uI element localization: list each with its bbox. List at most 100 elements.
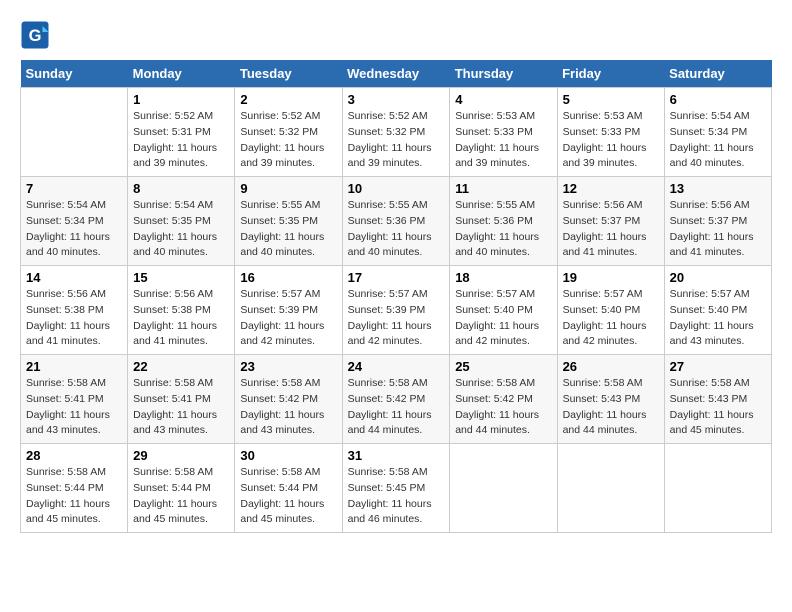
day-info: Sunrise: 5:56 AMSunset: 5:37 PMDaylight:… <box>670 198 766 261</box>
day-number: 25 <box>455 359 551 374</box>
day-number: 15 <box>133 270 229 285</box>
calendar-week-row: 14 Sunrise: 5:56 AMSunset: 5:38 PMDayligh… <box>21 266 772 355</box>
calendar-cell: 28 Sunrise: 5:58 AMSunset: 5:44 PMDayligh… <box>21 444 128 533</box>
day-info: Sunrise: 5:55 AMSunset: 5:36 PMDaylight:… <box>455 198 551 261</box>
day-header-monday: Monday <box>128 60 235 88</box>
calendar-cell: 2 Sunrise: 5:52 AMSunset: 5:32 PMDaylight… <box>235 88 342 177</box>
calendar-cell: 10 Sunrise: 5:55 AMSunset: 5:36 PMDayligh… <box>342 177 450 266</box>
logo: G <box>20 20 54 50</box>
day-number: 19 <box>563 270 659 285</box>
day-info: Sunrise: 5:54 AMSunset: 5:34 PMDaylight:… <box>26 198 122 261</box>
day-number: 4 <box>455 92 551 107</box>
calendar-cell: 21 Sunrise: 5:58 AMSunset: 5:41 PMDayligh… <box>21 355 128 444</box>
day-number: 8 <box>133 181 229 196</box>
calendar-cell: 6Sunrise: 5:54 AMSunset: 5:34 PMDaylight… <box>664 88 771 177</box>
day-header-friday: Friday <box>557 60 664 88</box>
day-info: Sunrise: 5:55 AMSunset: 5:36 PMDaylight:… <box>348 198 445 261</box>
day-info: Sunrise: 5:58 AMSunset: 5:42 PMDaylight:… <box>348 376 445 439</box>
day-number: 16 <box>240 270 336 285</box>
day-header-thursday: Thursday <box>450 60 557 88</box>
svg-text:G: G <box>29 27 42 45</box>
header: G <box>20 20 772 50</box>
calendar-cell: 24 Sunrise: 5:58 AMSunset: 5:42 PMDayligh… <box>342 355 450 444</box>
day-number: 14 <box>26 270 122 285</box>
day-number: 9 <box>240 181 336 196</box>
day-number: 26 <box>563 359 659 374</box>
calendar-cell: 19 Sunrise: 5:57 AMSunset: 5:40 PMDayligh… <box>557 266 664 355</box>
calendar-week-row: 7 Sunrise: 5:54 AMSunset: 5:34 PMDaylight… <box>21 177 772 266</box>
day-info: Sunrise: 5:57 AMSunset: 5:40 PMDaylight:… <box>670 287 766 350</box>
day-number: 28 <box>26 448 122 463</box>
calendar-cell: 5 Sunrise: 5:53 AMSunset: 5:33 PMDaylight… <box>557 88 664 177</box>
day-info: Sunrise: 5:58 AMSunset: 5:41 PMDaylight:… <box>26 376 122 439</box>
day-number: 29 <box>133 448 229 463</box>
day-number: 27 <box>670 359 766 374</box>
day-number: 22 <box>133 359 229 374</box>
day-info: Sunrise: 5:57 AMSunset: 5:39 PMDaylight:… <box>240 287 336 350</box>
logo-icon: G <box>20 20 50 50</box>
day-info: Sunrise: 5:52 AMSunset: 5:32 PMDaylight:… <box>240 109 336 172</box>
day-number: 17 <box>348 270 445 285</box>
day-number: 11 <box>455 181 551 196</box>
calendar-cell: 3 Sunrise: 5:52 AMSunset: 5:32 PMDaylight… <box>342 88 450 177</box>
day-info: Sunrise: 5:58 AMSunset: 5:44 PMDaylight:… <box>240 465 336 528</box>
day-info: Sunrise: 5:52 AMSunset: 5:32 PMDaylight:… <box>348 109 445 172</box>
calendar-cell <box>21 88 128 177</box>
calendar-table: SundayMondayTuesdayWednesdayThursdayFrid… <box>20 60 772 533</box>
calendar-cell: 7 Sunrise: 5:54 AMSunset: 5:34 PMDaylight… <box>21 177 128 266</box>
day-number: 1 <box>133 92 229 107</box>
day-number: 5 <box>563 92 659 107</box>
day-number: 18 <box>455 270 551 285</box>
calendar-cell: 30 Sunrise: 5:58 AMSunset: 5:44 PMDayligh… <box>235 444 342 533</box>
day-info: Sunrise: 5:58 AMSunset: 5:41 PMDaylight:… <box>133 376 229 439</box>
day-number: 6 <box>670 92 766 107</box>
day-header-tuesday: Tuesday <box>235 60 342 88</box>
day-info: Sunrise: 5:55 AMSunset: 5:35 PMDaylight:… <box>240 198 336 261</box>
day-header-wednesday: Wednesday <box>342 60 450 88</box>
calendar-cell <box>450 444 557 533</box>
calendar-cell <box>557 444 664 533</box>
day-number: 12 <box>563 181 659 196</box>
calendar-cell: 8 Sunrise: 5:54 AMSunset: 5:35 PMDaylight… <box>128 177 235 266</box>
day-number: 20 <box>670 270 766 285</box>
day-info: Sunrise: 5:53 AMSunset: 5:33 PMDaylight:… <box>455 109 551 172</box>
day-info: Sunrise: 5:58 AMSunset: 5:43 PMDaylight:… <box>670 376 766 439</box>
day-info: Sunrise: 5:56 AMSunset: 5:38 PMDaylight:… <box>26 287 122 350</box>
day-info: Sunrise: 5:57 AMSunset: 5:39 PMDaylight:… <box>348 287 445 350</box>
day-info: Sunrise: 5:57 AMSunset: 5:40 PMDaylight:… <box>455 287 551 350</box>
calendar-cell: 11 Sunrise: 5:55 AMSunset: 5:36 PMDayligh… <box>450 177 557 266</box>
day-info: Sunrise: 5:58 AMSunset: 5:45 PMDaylight:… <box>348 465 445 528</box>
day-info: Sunrise: 5:56 AMSunset: 5:37 PMDaylight:… <box>563 198 659 261</box>
day-number: 2 <box>240 92 336 107</box>
calendar-week-row: 28 Sunrise: 5:58 AMSunset: 5:44 PMDayligh… <box>21 444 772 533</box>
calendar-cell: 9 Sunrise: 5:55 AMSunset: 5:35 PMDaylight… <box>235 177 342 266</box>
day-number: 10 <box>348 181 445 196</box>
day-number: 31 <box>348 448 445 463</box>
calendar-cell: 22 Sunrise: 5:58 AMSunset: 5:41 PMDayligh… <box>128 355 235 444</box>
day-info: Sunrise: 5:58 AMSunset: 5:42 PMDaylight:… <box>455 376 551 439</box>
day-number: 7 <box>26 181 122 196</box>
calendar-body: 1 Sunrise: 5:52 AMSunset: 5:31 PMDaylight… <box>21 88 772 533</box>
day-info: Sunrise: 5:57 AMSunset: 5:40 PMDaylight:… <box>563 287 659 350</box>
day-info: Sunrise: 5:58 AMSunset: 5:44 PMDaylight:… <box>133 465 229 528</box>
calendar-cell: 13Sunrise: 5:56 AMSunset: 5:37 PMDayligh… <box>664 177 771 266</box>
calendar-header-row: SundayMondayTuesdayWednesdayThursdayFrid… <box>21 60 772 88</box>
day-info: Sunrise: 5:54 AMSunset: 5:35 PMDaylight:… <box>133 198 229 261</box>
calendar-week-row: 21 Sunrise: 5:58 AMSunset: 5:41 PMDayligh… <box>21 355 772 444</box>
day-number: 24 <box>348 359 445 374</box>
day-info: Sunrise: 5:56 AMSunset: 5:38 PMDaylight:… <box>133 287 229 350</box>
calendar-cell: 23Sunrise: 5:58 AMSunset: 5:42 PMDayligh… <box>235 355 342 444</box>
day-number: 30 <box>240 448 336 463</box>
day-info: Sunrise: 5:58 AMSunset: 5:44 PMDaylight:… <box>26 465 122 528</box>
day-header-saturday: Saturday <box>664 60 771 88</box>
calendar-cell: 4 Sunrise: 5:53 AMSunset: 5:33 PMDaylight… <box>450 88 557 177</box>
calendar-cell: 29 Sunrise: 5:58 AMSunset: 5:44 PMDayligh… <box>128 444 235 533</box>
calendar-cell: 17 Sunrise: 5:57 AMSunset: 5:39 PMDayligh… <box>342 266 450 355</box>
calendar-week-row: 1 Sunrise: 5:52 AMSunset: 5:31 PMDaylight… <box>21 88 772 177</box>
day-info: Sunrise: 5:58 AMSunset: 5:42 PMDaylight:… <box>240 376 336 439</box>
day-info: Sunrise: 5:52 AMSunset: 5:31 PMDaylight:… <box>133 109 229 172</box>
day-info: Sunrise: 5:53 AMSunset: 5:33 PMDaylight:… <box>563 109 659 172</box>
day-number: 3 <box>348 92 445 107</box>
calendar-cell: 26Sunrise: 5:58 AMSunset: 5:43 PMDayligh… <box>557 355 664 444</box>
day-number: 21 <box>26 359 122 374</box>
